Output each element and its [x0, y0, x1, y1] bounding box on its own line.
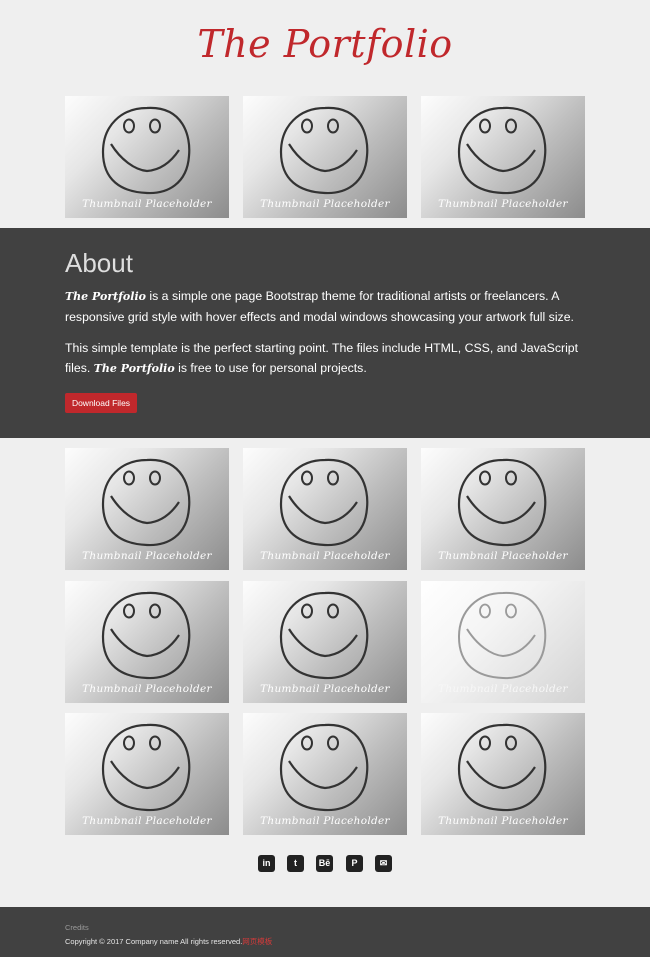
copyright-text: Copyright © 2017 Company name All rights…	[65, 937, 243, 946]
thumbnail[interactable]: Thumbnail Placeholder	[421, 448, 585, 570]
brand-inline: The Portfolio	[93, 362, 175, 375]
thumbnail-caption: Thumbnail Placeholder	[82, 550, 212, 562]
thumbnail[interactable]: Thumbnail Placeholder	[421, 96, 585, 218]
thumbnail-caption: Thumbnail Placeholder	[438, 550, 568, 562]
about-paragraph-2-tail: is free to use for personal projects.	[174, 361, 367, 375]
about-paragraph-2: This simple template is the perfect star…	[65, 338, 595, 379]
brand-inline: The Portfolio	[65, 290, 146, 303]
site-title[interactable]: The Portfolio	[0, 14, 650, 74]
thumbnail-caption: Thumbnail Placeholder	[260, 683, 390, 695]
thumbnail-caption: Thumbnail Placeholder	[438, 815, 568, 827]
footer-template-link[interactable]: 网页模板	[242, 937, 272, 946]
twitter-icon[interactable]: t	[287, 855, 304, 872]
thumbnail-caption: Thumbnail Placeholder	[260, 550, 390, 562]
thumbnail-caption: Thumbnail Placeholder	[260, 815, 390, 827]
pinterest-icon[interactable]: P	[346, 855, 363, 872]
thumbnail[interactable]: Thumbnail Placeholder	[65, 713, 229, 835]
thumbnail-caption: Thumbnail Placeholder	[82, 683, 212, 695]
email-icon[interactable]: ✉	[375, 855, 392, 872]
about-section: About The Portfolio is a simple one page…	[0, 228, 650, 438]
linkedin-icon[interactable]: in	[258, 855, 275, 872]
thumbnail[interactable]: Thumbnail Placeholder	[243, 581, 407, 703]
thumbnail[interactable]: Thumbnail Placeholder	[65, 581, 229, 703]
download-files-button[interactable]: Download Files	[65, 393, 137, 413]
thumbnail[interactable]: Thumbnail Placeholder	[65, 96, 229, 218]
thumbnail[interactable]: Thumbnail Placeholder	[243, 96, 407, 218]
footer-copyright: Copyright © 2017 Company name All rights…	[65, 936, 272, 947]
thumbnail-caption: Thumbnail Placeholder	[82, 815, 212, 827]
thumbnail[interactable]: Thumbnail Placeholder	[243, 448, 407, 570]
thumbnail-caption: Thumbnail Placeholder	[438, 683, 568, 695]
footer-credits-link[interactable]: Credits	[65, 923, 89, 932]
thumbnail[interactable]: Thumbnail Placeholder	[243, 713, 407, 835]
thumbnail-caption: Thumbnail Placeholder	[82, 198, 212, 210]
thumbnail[interactable]: Thumbnail Placeholder	[65, 448, 229, 570]
behance-icon[interactable]: Bē	[316, 855, 333, 872]
thumbnail-caption: Thumbnail Placeholder	[260, 198, 390, 210]
about-heading: About	[65, 248, 133, 278]
thumbnail[interactable]: Thumbnail Placeholder	[421, 713, 585, 835]
social-links: in t Bē P ✉	[0, 855, 650, 873]
thumbnail-caption: Thumbnail Placeholder	[438, 198, 568, 210]
thumbnail-hovered[interactable]: Thumbnail Placeholder	[421, 581, 585, 703]
page: The Portfolio Thumbnail Placeholder Thum…	[0, 0, 650, 957]
about-paragraph-1: The Portfolio is a simple one page Boots…	[65, 286, 595, 327]
footer: Credits Copyright © 2017 Company name Al…	[0, 907, 650, 957]
